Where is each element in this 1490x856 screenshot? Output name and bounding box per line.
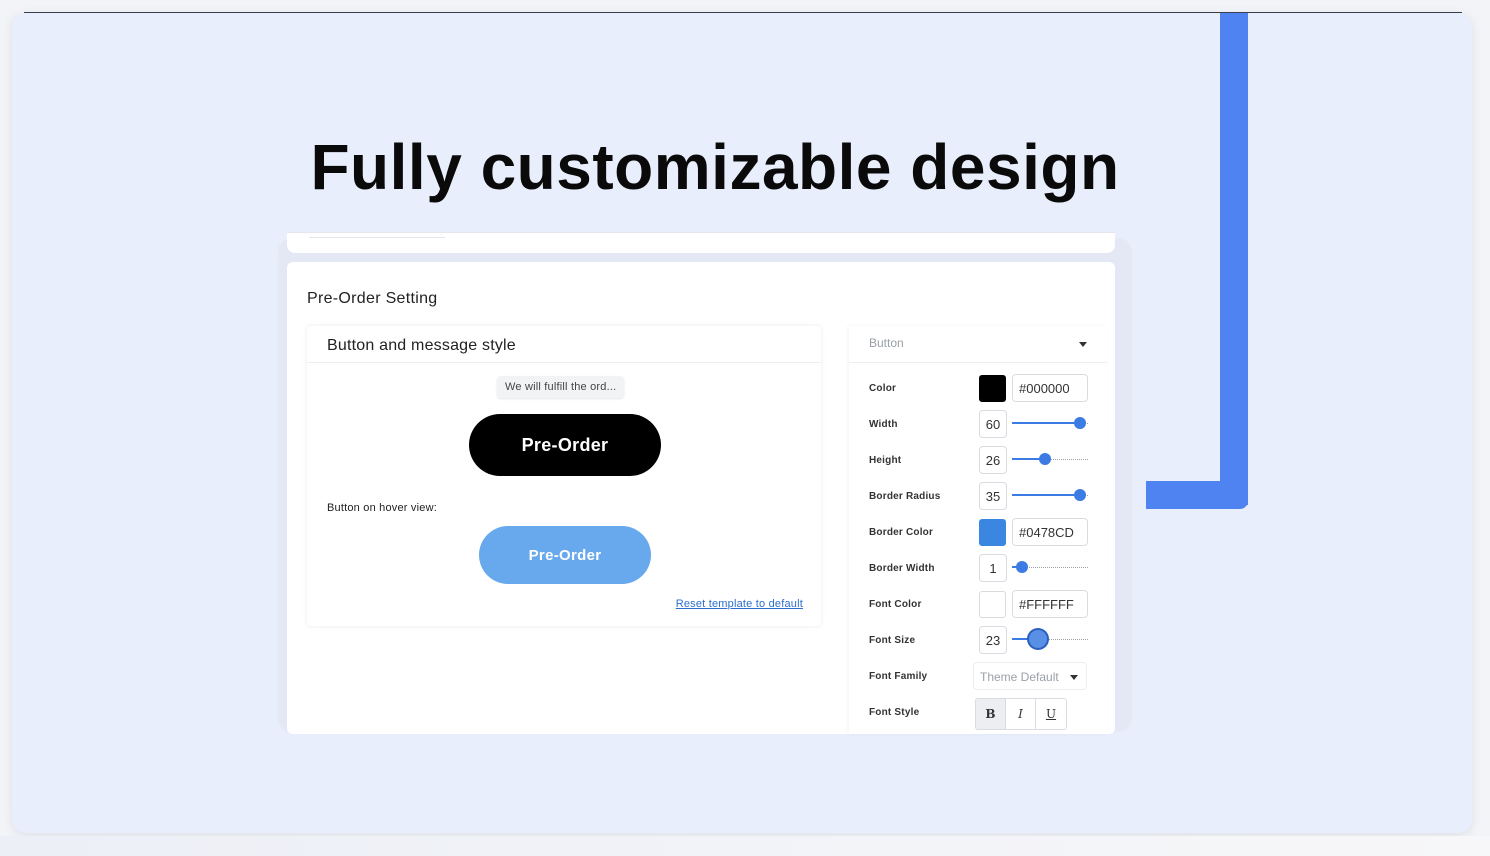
border-width-slider[interactable] bbox=[1012, 561, 1088, 573]
width-slider-handle[interactable] bbox=[1074, 417, 1087, 429]
message-tooltip: We will fulfill the ord... bbox=[497, 376, 625, 398]
style-preview: Button and message style We will fulfill… bbox=[307, 326, 821, 626]
tab-strip bbox=[287, 232, 1115, 253]
font-size-slider[interactable] bbox=[1012, 630, 1088, 648]
element-select[interactable]: Button bbox=[849, 326, 1107, 363]
border-color-row: Border Color #0478CD bbox=[849, 518, 1107, 548]
reset-template-link[interactable]: Reset template to default bbox=[676, 598, 803, 610]
color-row: Color #000000 bbox=[849, 374, 1107, 404]
headline: Fully customizable design bbox=[310, 131, 1120, 203]
color-label: Color bbox=[869, 383, 897, 394]
color-hex-input[interactable]: #000000 bbox=[1012, 374, 1088, 402]
pre-order-settings-card: Pre-Order Setting Button and message sty… bbox=[287, 262, 1115, 734]
font-color-row: Font Color #FFFFFF bbox=[849, 590, 1107, 620]
border-radius-label: Border Radius bbox=[869, 491, 941, 502]
height-input[interactable]: 26 bbox=[979, 446, 1007, 474]
border-color-swatch[interactable] bbox=[979, 519, 1006, 546]
color-swatch[interactable] bbox=[979, 375, 1006, 402]
font-style-label: Font Style bbox=[869, 707, 920, 718]
font-size-slider-handle[interactable] bbox=[1028, 630, 1047, 648]
border-radius-input[interactable]: 35 bbox=[979, 482, 1007, 510]
bottom-edge bbox=[0, 836, 1490, 856]
font-style-row: Font Style B I U bbox=[849, 698, 1107, 730]
accent-bracket-horizontal bbox=[1146, 481, 1248, 509]
border-width-slider-handle[interactable] bbox=[1015, 561, 1028, 573]
preview-header: Button and message style bbox=[307, 326, 821, 363]
border-width-row: Border Width 1 bbox=[849, 554, 1107, 584]
preview-title: Button and message style bbox=[327, 337, 516, 354]
font-family-row: Font Family Theme Default bbox=[849, 662, 1107, 692]
font-size-input[interactable]: 23 bbox=[979, 626, 1007, 654]
border-radius-slider-handle[interactable] bbox=[1074, 489, 1087, 501]
height-slider-handle[interactable] bbox=[1038, 453, 1051, 465]
border-width-label: Border Width bbox=[869, 563, 935, 574]
font-family-label: Font Family bbox=[869, 671, 928, 682]
underline-button[interactable]: U bbox=[1036, 699, 1066, 729]
border-radius-slider-fill bbox=[1012, 494, 1081, 496]
font-color-hex-input[interactable]: #FFFFFF bbox=[1012, 590, 1088, 618]
pre-order-button-preview[interactable]: Pre-Order bbox=[469, 414, 661, 476]
width-input[interactable]: 60 bbox=[979, 410, 1007, 438]
font-family-select[interactable]: Theme Default bbox=[973, 662, 1087, 690]
height-label: Height bbox=[869, 455, 902, 466]
height-slider[interactable] bbox=[1012, 453, 1088, 465]
border-color-hex-input[interactable]: #0478CD bbox=[1012, 518, 1088, 546]
border-radius-row: Border Radius 35 bbox=[849, 482, 1107, 512]
height-row: Height 26 bbox=[849, 446, 1107, 476]
style-settings-panel: Button Color #000000 Width 60 Height 26 bbox=[849, 326, 1107, 734]
width-row: Width 60 bbox=[849, 410, 1107, 440]
width-slider-fill bbox=[1012, 422, 1081, 424]
font-size-label: Font Size bbox=[869, 635, 916, 646]
border-width-input[interactable]: 1 bbox=[979, 554, 1007, 582]
width-label: Width bbox=[869, 419, 898, 430]
hover-view-label: Button on hover view: bbox=[327, 502, 437, 514]
caret-down-icon bbox=[1070, 675, 1078, 680]
font-family-value: Theme Default bbox=[980, 670, 1059, 684]
border-radius-slider[interactable] bbox=[1012, 489, 1088, 501]
font-color-swatch[interactable] bbox=[979, 591, 1006, 618]
font-color-label: Font Color bbox=[869, 599, 922, 610]
border-color-label: Border Color bbox=[869, 527, 934, 538]
font-size-row: Font Size 23 bbox=[849, 626, 1107, 656]
settings-title: Pre-Order Setting bbox=[307, 290, 438, 307]
font-style-toggle-group: B I U bbox=[975, 698, 1067, 730]
pre-order-button-hover-preview[interactable]: Pre-Order bbox=[479, 526, 651, 584]
italic-button[interactable]: I bbox=[1006, 699, 1036, 729]
tab-placeholder[interactable] bbox=[309, 233, 445, 238]
accent-bracket-vertical bbox=[1220, 13, 1248, 505]
bold-button[interactable]: B bbox=[976, 699, 1006, 729]
width-slider[interactable] bbox=[1012, 417, 1088, 429]
caret-down-icon bbox=[1079, 342, 1087, 347]
element-select-value: Button bbox=[869, 336, 904, 350]
